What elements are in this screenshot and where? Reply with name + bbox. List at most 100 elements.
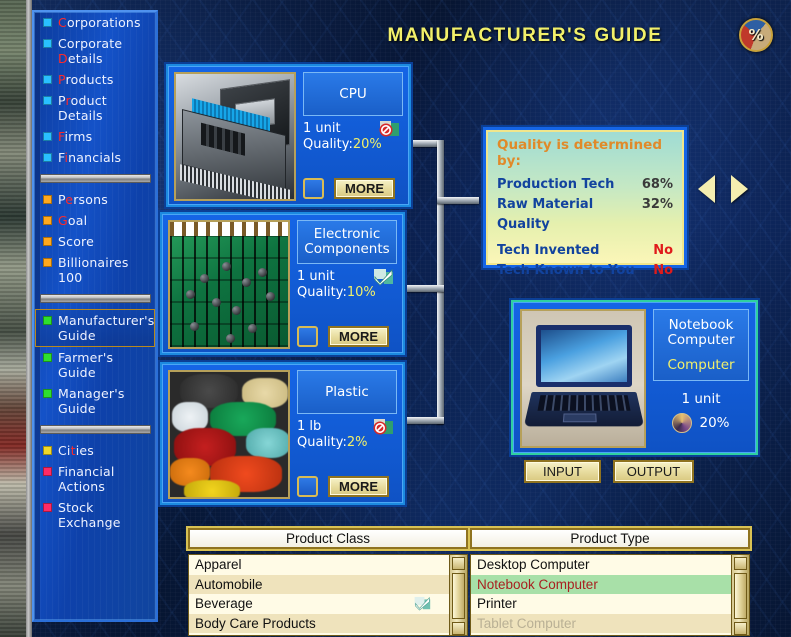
bullet-icon xyxy=(43,353,52,362)
input-panel-electronic-components[interactable]: Electronic Components 1 unit Quality:10%… xyxy=(160,212,405,355)
sidebar-item-label: Manager's Guide xyxy=(58,386,125,416)
product-type-list[interactable]: Product Type Desktop Computer Notebook C… xyxy=(470,528,750,636)
scroll-down-button[interactable] xyxy=(734,622,747,635)
product-class-rows[interactable]: Apparel Automobile Beverage Body Care Pr… xyxy=(188,554,468,636)
next-arrow-icon[interactable] xyxy=(731,175,748,203)
sidebar-item-score[interactable]: Score xyxy=(36,231,154,252)
sidebar-item-label: Corporate Details xyxy=(58,36,123,66)
cpu-photo xyxy=(174,72,296,201)
sidebar-item-farmer-s-guide[interactable]: Farmer's Guide xyxy=(36,347,154,383)
input-name-cpu[interactable]: CPU xyxy=(303,72,403,116)
sidebar-item-cities[interactable]: Cities xyxy=(36,440,154,461)
product-type-rows[interactable]: Desktop Computer Notebook Computer Print… xyxy=(470,554,750,636)
row-label: Tech Known to You xyxy=(497,263,635,278)
scroll-thumb[interactable] xyxy=(734,573,747,619)
sidebar-item-product-details[interactable]: Product Details xyxy=(36,90,154,126)
hotkey-letter: e xyxy=(65,192,74,207)
plastic-photo xyxy=(168,370,290,499)
bullet-icon xyxy=(43,389,52,398)
sidebar-item-corporate-details[interactable]: Corporate Details xyxy=(36,33,154,69)
sidebar-item-stock-exchange[interactable]: Stock Exchange xyxy=(36,497,154,533)
quality-value: 2% xyxy=(346,435,368,450)
product-quality: 20% xyxy=(653,413,749,433)
percent-glyph: % xyxy=(748,26,764,44)
product-class-list[interactable]: Product Class Apparel Automobile Beverag… xyxy=(188,528,468,636)
row-value: 32% xyxy=(641,197,673,212)
hotkey-letter: G xyxy=(58,213,68,228)
sidebar-item-products[interactable]: Products xyxy=(36,69,154,90)
sidebar-item-label: Firms xyxy=(58,129,93,144)
scroll-down-button[interactable] xyxy=(452,622,465,635)
bullet-icon xyxy=(43,216,52,225)
sidebar-item-label: Score xyxy=(58,234,95,249)
sidebar-item-billionaires-100[interactable]: Billionaires 100 xyxy=(36,252,154,288)
more-button-electronic-components[interactable]: MORE xyxy=(328,326,389,347)
list-item[interactable]: Desktop Computer xyxy=(471,555,749,575)
check-mark-icon xyxy=(414,596,431,611)
product-class-scrollbar[interactable] xyxy=(449,555,467,635)
list-item[interactable]: Beverage xyxy=(189,594,467,614)
sidebar-item-goal[interactable]: Goal xyxy=(36,210,154,231)
scroll-thumb[interactable] xyxy=(452,573,465,619)
product-name-line1: Notebook xyxy=(668,316,734,333)
sidebar-item-manager-s-guide[interactable]: Manager's Guide xyxy=(36,383,154,419)
product-type-scrollbar[interactable] xyxy=(731,555,749,635)
sidebar-item-firms[interactable]: Firms xyxy=(36,126,154,147)
laptop-photo xyxy=(520,309,646,448)
sidebar-item-label: Corporations xyxy=(58,15,141,30)
list-item-selected[interactable]: Notebook Computer xyxy=(471,574,749,594)
row-label: Tech Invented xyxy=(497,243,600,258)
product-class-header: Product Class xyxy=(188,528,468,549)
previous-arrow-icon[interactable] xyxy=(698,175,715,203)
product-name-box[interactable]: Notebook Computer Computer xyxy=(653,309,749,381)
hotkey-letter: r xyxy=(65,93,71,108)
list-item-label: Printer xyxy=(477,596,517,611)
quality-row-raw-material-quality: Raw Material Quality 32% xyxy=(497,195,673,235)
more-button-plastic[interactable]: MORE xyxy=(328,476,389,497)
output-button[interactable]: OUTPUT xyxy=(613,460,694,483)
input-panel-cpu[interactable]: CPU 1 unit Quality:20% MORE xyxy=(166,64,411,207)
hotkey-letter: i xyxy=(64,150,69,165)
scroll-up-button[interactable] xyxy=(452,557,465,570)
list-item-label: Apparel xyxy=(195,557,242,572)
list-item[interactable]: Apparel xyxy=(189,555,467,575)
quality-row-tech-known-to-you: Tech Known to You No xyxy=(497,261,673,281)
percent-pie-icon[interactable]: % xyxy=(739,18,773,52)
sidebar-separator xyxy=(40,174,151,183)
sidebar-item-corporations[interactable]: Corporations xyxy=(36,12,154,33)
quality-label: Quality: xyxy=(303,137,353,152)
input-panel-plastic[interactable]: Plastic 1 lb Quality:2% MORE xyxy=(160,362,405,505)
no-entry-icon xyxy=(379,121,399,137)
page-title: MANUFACTURER'S GUIDE xyxy=(387,25,663,46)
input-name-electronic-components[interactable]: Electronic Components xyxy=(297,220,397,264)
sidebar-item-financials[interactable]: Financials xyxy=(36,147,154,168)
sidebar-navigation[interactable]: Corporations Corporate Details Products Pro… xyxy=(32,10,158,622)
input-checkbox-plastic[interactable] xyxy=(297,476,318,497)
input-quality-cpu: Quality:20% xyxy=(303,137,403,153)
list-item-label: Notebook Computer xyxy=(477,576,598,592)
bullet-icon xyxy=(43,467,52,476)
sidebar-item-label: Product Details xyxy=(58,93,107,123)
list-item[interactable]: Automobile xyxy=(189,574,467,594)
input-checkbox-electronic-components[interactable] xyxy=(297,326,318,347)
output-product-panel[interactable]: Notebook Computer Computer 1 unit 20% xyxy=(511,300,758,455)
list-item[interactable]: Printer xyxy=(471,594,749,614)
input-name-plastic[interactable]: Plastic xyxy=(297,370,397,414)
pipe-vertical-main xyxy=(437,140,444,424)
quality-row-production-tech: Production Tech 68% xyxy=(497,175,673,195)
sidebar-item-persons[interactable]: Persons xyxy=(36,189,154,210)
list-item-label: Body Care Products xyxy=(195,615,316,631)
sidebar-item-manufacturer-s-guide[interactable]: Manufacturer's Guide xyxy=(35,309,155,347)
input-checkbox-cpu[interactable] xyxy=(303,178,324,199)
pipe-electronics-horizontal xyxy=(406,285,444,292)
list-item[interactable]: Body Care Products xyxy=(189,613,467,633)
product-type-header: Product Type xyxy=(470,528,750,549)
no-entry-icon xyxy=(373,419,393,435)
scroll-up-button[interactable] xyxy=(734,557,747,570)
bullet-icon xyxy=(43,153,52,162)
more-button-cpu[interactable]: MORE xyxy=(334,178,395,199)
input-quality-electronic-components: Quality:10% xyxy=(297,285,397,301)
input-button[interactable]: INPUT xyxy=(524,460,601,483)
list-item-disabled: Tablet Computer xyxy=(471,613,749,633)
sidebar-item-financial-actions[interactable]: Financial Actions xyxy=(36,461,154,497)
